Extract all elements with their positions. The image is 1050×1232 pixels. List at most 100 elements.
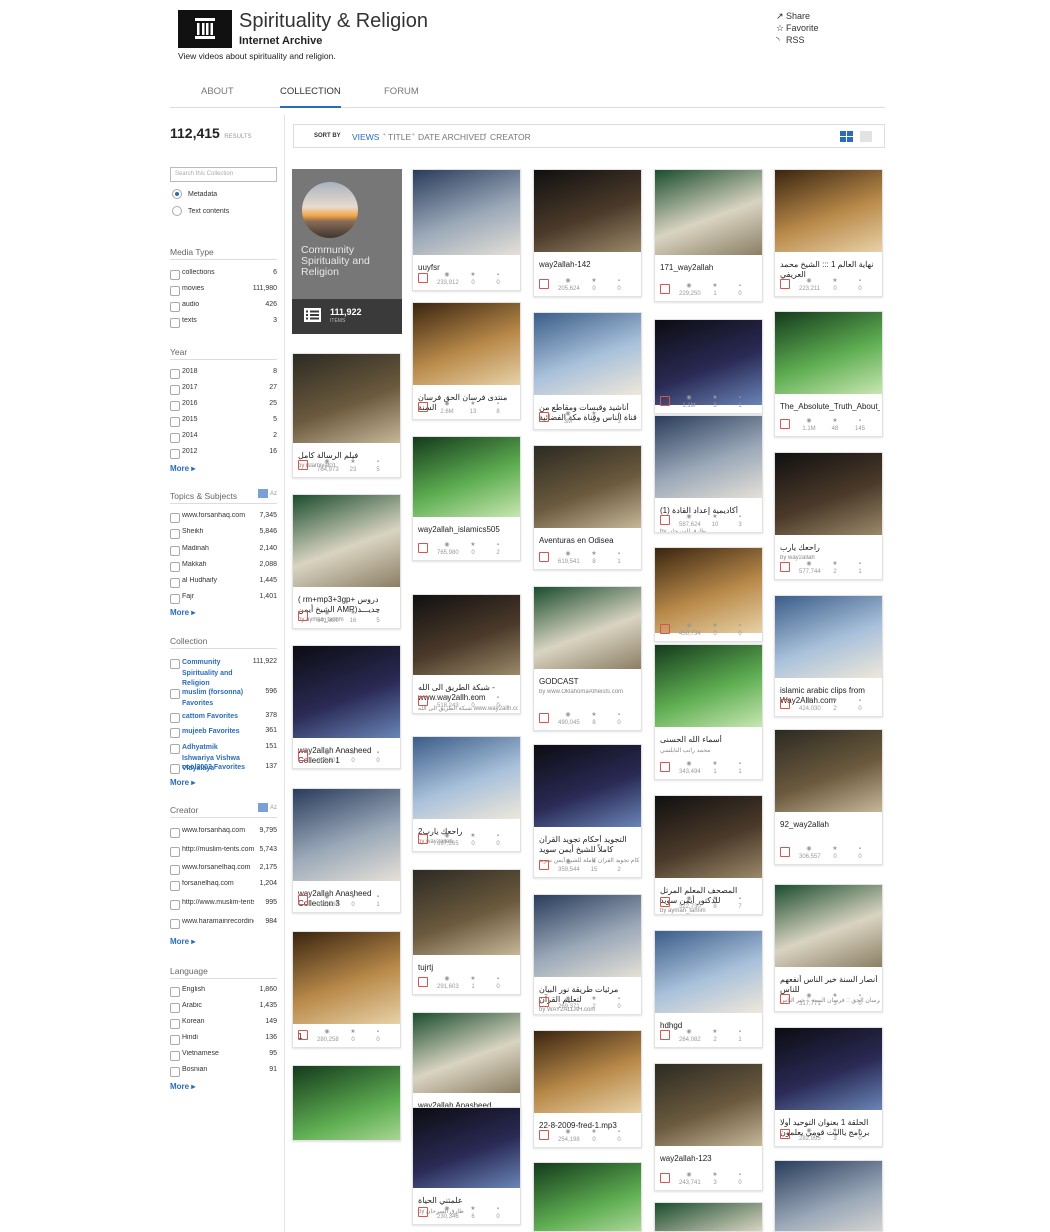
item-card[interactable]: tujrtj ◉ 291,603 ★ 1 ▪ 0 [412,869,521,995]
item-card[interactable]: راحعك يارب2 by way2allah ◉ 397,265 ★ 0 ▪ 0 [412,736,521,852]
item-thumbnail[interactable] [775,312,882,394]
facet-checkbox[interactable] [170,1035,180,1045]
facet-row[interactable]: mujeeb Favorites 361 [170,726,277,739]
item-thumbnail[interactable] [655,1064,762,1146]
item-card[interactable] [774,1160,883,1232]
item-thumbnail[interactable] [293,646,400,738]
item-thumbnail[interactable] [655,931,762,1013]
item-card[interactable]: The_Absolute_Truth_About_Muhammad_in_the… [774,311,883,437]
facet-row[interactable]: www.haramainrecordings.com 984 [170,917,277,930]
item-card[interactable]: way2allah Anasheed Collection 3 ◉ 292,165 ★… [292,788,401,913]
facet-more-link[interactable]: More ▸ [170,937,195,946]
radio-button[interactable] [172,206,182,216]
facet-checkbox[interactable] [170,713,180,723]
item-thumbnail[interactable] [534,446,641,528]
facet-row[interactable]: http://www.muslim-tents.com/iharam 995 [170,898,277,911]
facet-row[interactable]: Sheikh 5,846 [170,527,277,540]
item-card[interactable]: منتدى فرسان الحق فرسان السنة ◉ 2.6M ★ 13 ▪ 8 [412,302,521,420]
item-card[interactable]: 98_way2allah ◉450,734 ★0 ▪0 [654,547,763,642]
item-card[interactable] [654,1202,763,1232]
facet-label[interactable]: texts [182,317,254,324]
item-card[interactable]: أسماء الله الحسنى محمد راتب النابلسي ◉ 343,… [654,644,763,780]
item-card[interactable]: أكاديمية إعداد القادة (1) by طارق السرحان… [654,415,763,533]
facet-row[interactable]: texts 3 [170,316,277,329]
item-card[interactable]: 92_way2allah ◉ 306,557 ★ 0 ▪ 0 [774,729,883,865]
sort-az-toggle[interactable]: Az [257,803,277,812]
facet-checkbox[interactable] [170,513,180,523]
facet-row[interactable]: movies 111,980 [170,284,277,297]
facet-checkbox[interactable] [170,1067,180,1077]
item-thumbnail[interactable] [413,1108,520,1188]
item-thumbnail[interactable] [293,932,400,1024]
facet-checkbox[interactable] [170,562,180,572]
item-thumbnail[interactable] [655,416,762,498]
item-thumbnail[interactable] [775,596,882,678]
item-thumbnail[interactable] [413,737,520,819]
item-title[interactable]: The_Absolute_Truth_About_Muhammad_in_the… [780,402,880,412]
sort-views[interactable]: VIEWS [352,132,379,142]
facet-label[interactable]: Hindi [182,1034,254,1041]
facet-more-link[interactable]: More ▸ [170,1082,195,1091]
facet-checkbox[interactable] [170,401,180,411]
facet-row[interactable]: Makkah 2,088 [170,560,277,573]
item-thumbnail[interactable] [655,1203,762,1231]
item-title[interactable]: 171_way2allah [660,263,760,273]
item-card[interactable]: الحلقة 1 بعنوان التوحيد أولا برنامج ياال… [774,1027,883,1147]
tab-collection[interactable]: COLLECTION [280,86,341,108]
item-title[interactable]: Aventuras en Odisea [539,536,639,546]
item-title[interactable]: Tecvidli Kuran Öğreniyorum Hafız Davut [660,413,760,414]
facet-row[interactable]: 2017 27 [170,383,277,396]
list-view-icon[interactable] [860,131,872,142]
facet-label[interactable]: 2012 [182,448,254,455]
item-thumbnail[interactable] [293,354,400,443]
facet-row[interactable]: Korean 149 [170,1017,277,1030]
facet-row[interactable]: Arabic 1,435 [170,1001,277,1014]
item-title[interactable]: التجويد أحكام تجويد القرآن كاملاً للشيخ … [539,835,639,855]
item-thumbnail[interactable] [534,170,641,252]
item-card[interactable]: علمتني الحياة by طارق السرحان ◉ 230,346 ★ 6 ▪ 0 [412,1107,521,1225]
facet-row[interactable]: Community Spirituality and Religion 111,9… [170,657,277,687]
item-thumbnail[interactable] [293,1066,400,1140]
facet-checkbox[interactable] [170,828,180,838]
facet-row[interactable]: 2012 16 [170,447,277,460]
item-card[interactable]: ( rm+mp3+3gp+ دروس الشيخ أيمن AMR)جديـــ… [292,494,401,629]
facet-label[interactable]: muslim (forsonna) Favorites [182,688,250,709]
item-thumbnail[interactable] [775,453,882,535]
item-title[interactable]: GODCAST [539,677,639,687]
facet-checkbox[interactable] [170,659,180,669]
facet-row[interactable]: www.forsanhaq.com 7,345 [170,511,277,524]
facet-label[interactable]: Vietnamese [182,1050,254,1057]
item-card[interactable]: 22-8-2009-fred-1.mp3 ◉ 254,198 ★ 0 ▪ 0 [533,1030,642,1148]
item-card[interactable]: way2allah Anasheed Collection 1 ◉ 400,301 ★… [292,645,401,769]
facet-label[interactable]: http://www.muslim-tents.com/iharam [182,899,254,906]
facet-label[interactable]: movies [182,285,254,292]
facet-checkbox[interactable] [170,546,180,556]
item-thumbnail[interactable] [293,789,400,881]
item-thumbnail[interactable] [413,870,520,955]
item-thumbnail[interactable] [775,730,882,812]
facet-label[interactable]: Bosnian [182,1066,254,1073]
facet-checkbox[interactable] [170,728,180,738]
item-card[interactable]: نهاية العالم 1 ::: الشيخ محمد العريفي ◉ 22… [774,169,883,297]
facet-checkbox[interactable] [170,286,180,296]
facet-label[interactable]: Arabic [182,1002,254,1009]
facet-checkbox[interactable] [170,919,180,929]
item-card[interactable]: way2allah_islamics505 ◉ 765,980 ★ 0 ▪ 2 [412,436,521,561]
sort-az-toggle[interactable]: Az [257,489,277,498]
facet-row[interactable]: Bosnian 91 [170,1065,277,1078]
item-card[interactable] [533,1162,642,1232]
facet-row[interactable]: www.forsanelhaq.com 2,175 [170,863,277,876]
item-thumbnail[interactable] [655,170,762,255]
facet-row[interactable]: cattom Favorites 378 [170,711,277,724]
item-thumbnail[interactable] [413,303,520,385]
item-thumbnail[interactable] [534,313,641,395]
rss-link[interactable]: ◝ RSS [776,34,819,46]
facet-checkbox[interactable] [170,1003,180,1013]
item-thumbnail[interactable] [534,895,641,977]
item-title[interactable]: tujrtj [418,963,518,973]
facet-label[interactable]: al Hudhaify [182,577,254,584]
facet-row[interactable]: muslim (forsonna) Favorites 596 [170,687,277,707]
facet-checkbox[interactable] [170,385,180,395]
facet-row[interactable]: collections 6 [170,268,277,281]
item-thumbnail[interactable] [775,170,882,252]
